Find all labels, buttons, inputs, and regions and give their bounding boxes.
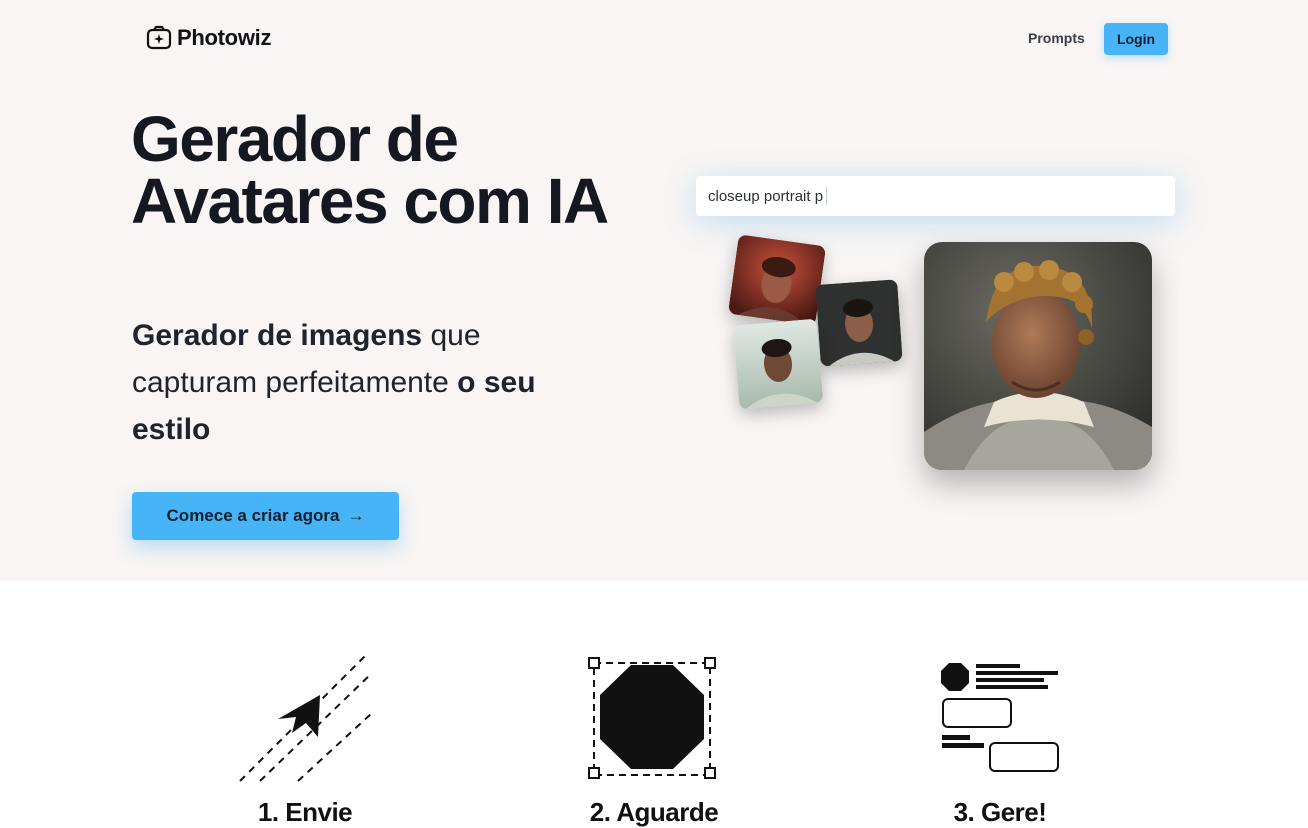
- step-title: 3. Gere!: [953, 797, 1047, 827]
- paper-plane-icon: [239, 654, 373, 782]
- avatar-sample-image: [815, 279, 903, 367]
- hero-section: Photowiz Prompts Login Gerador de Avatar…: [0, 0, 1308, 581]
- arrow-right-icon: →: [347, 506, 365, 525]
- sparkle-image-icon: [146, 25, 172, 50]
- brand-name: Photowiz: [177, 25, 272, 50]
- subtitle-bold-1: Gerador de imagens: [132, 319, 423, 352]
- prompt-input[interactable]: closeup portrait p: [696, 176, 1175, 216]
- octagon-selection-icon: [588, 657, 716, 779]
- start-creating-button[interactable]: Comece a criar agora →: [132, 492, 399, 540]
- page-title: Gerador de Avatares com IA: [131, 103, 609, 237]
- nav-link-prompts[interactable]: Prompts: [1028, 30, 1085, 46]
- steps-section: 1. Envie 2. Aguarde 3. Gere!: [0, 581, 1308, 827]
- avatar-sample-image: [727, 234, 827, 326]
- prompt-text: closeup portrait p: [708, 187, 824, 205]
- step-title: 1. Envie: [257, 797, 353, 827]
- generated-avatar-image: [924, 242, 1152, 470]
- hero-subtitle: Gerador de imagens que capturam perfeita…: [132, 312, 612, 453]
- avatar-sample-image: [732, 318, 824, 410]
- brand-logo[interactable]: Photowiz: [145, 24, 271, 52]
- layout-wireframe-icon: [941, 663, 1059, 772]
- text-caret: [826, 187, 828, 205]
- cta-label: Comece a criar agora: [166, 506, 340, 525]
- login-button[interactable]: Login: [1104, 23, 1168, 55]
- step-title: 2. Aguarde: [589, 797, 719, 827]
